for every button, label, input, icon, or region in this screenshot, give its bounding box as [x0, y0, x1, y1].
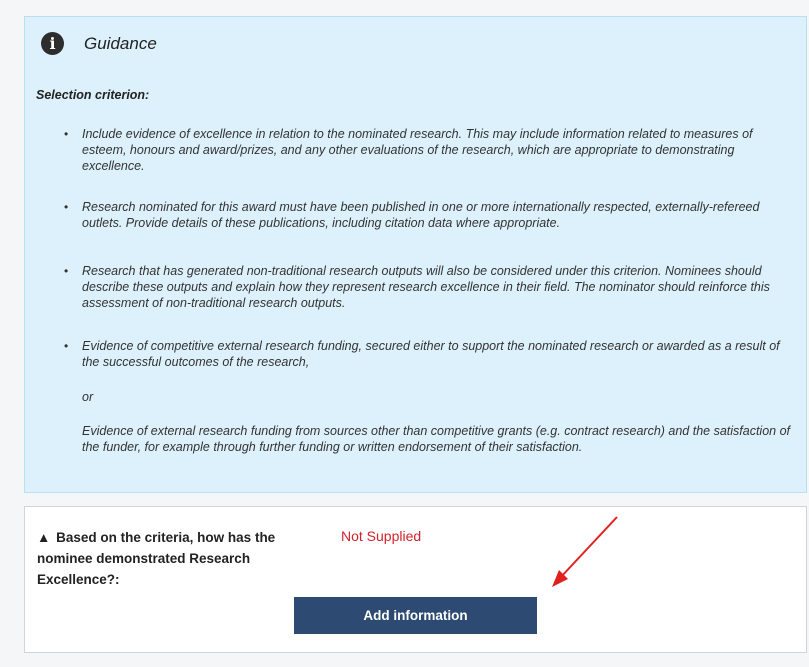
bullet-icon: • — [64, 339, 69, 353]
warning-triangle-icon: ▲ — [37, 530, 51, 545]
or-text: or — [82, 390, 94, 404]
selection-criterion-label: Selection criterion: — [36, 88, 150, 102]
guidance-panel: i Guidance Selection criterion: • Includ… — [24, 16, 807, 493]
bullet-icon: • — [64, 127, 69, 141]
question-label: ▲ Based on the criteria, how has the nom… — [37, 530, 276, 587]
answer-panel: ▲ Based on the criteria, how has the nom… — [24, 506, 807, 653]
criterion-item: • Evidence of competitive external resea… — [64, 339, 780, 370]
add-information-button[interactable]: Add information — [294, 597, 537, 634]
extra-criterion-text: Evidence of external research funding fr… — [82, 424, 791, 455]
criterion-item: • Research that has generated non-tradit… — [64, 264, 770, 311]
bullet-icon: • — [64, 264, 69, 278]
guidance-title: Guidance — [84, 33, 157, 53]
info-icon: i — [41, 32, 64, 55]
criterion-item: • Research nominated for this award must… — [64, 200, 760, 231]
criterion-item: • Include evidence of excellence in rela… — [64, 127, 753, 174]
guidance-header: i Guidance — [41, 32, 157, 55]
status-not-supplied: Not Supplied — [341, 528, 422, 544]
bullet-icon: • — [64, 200, 69, 214]
